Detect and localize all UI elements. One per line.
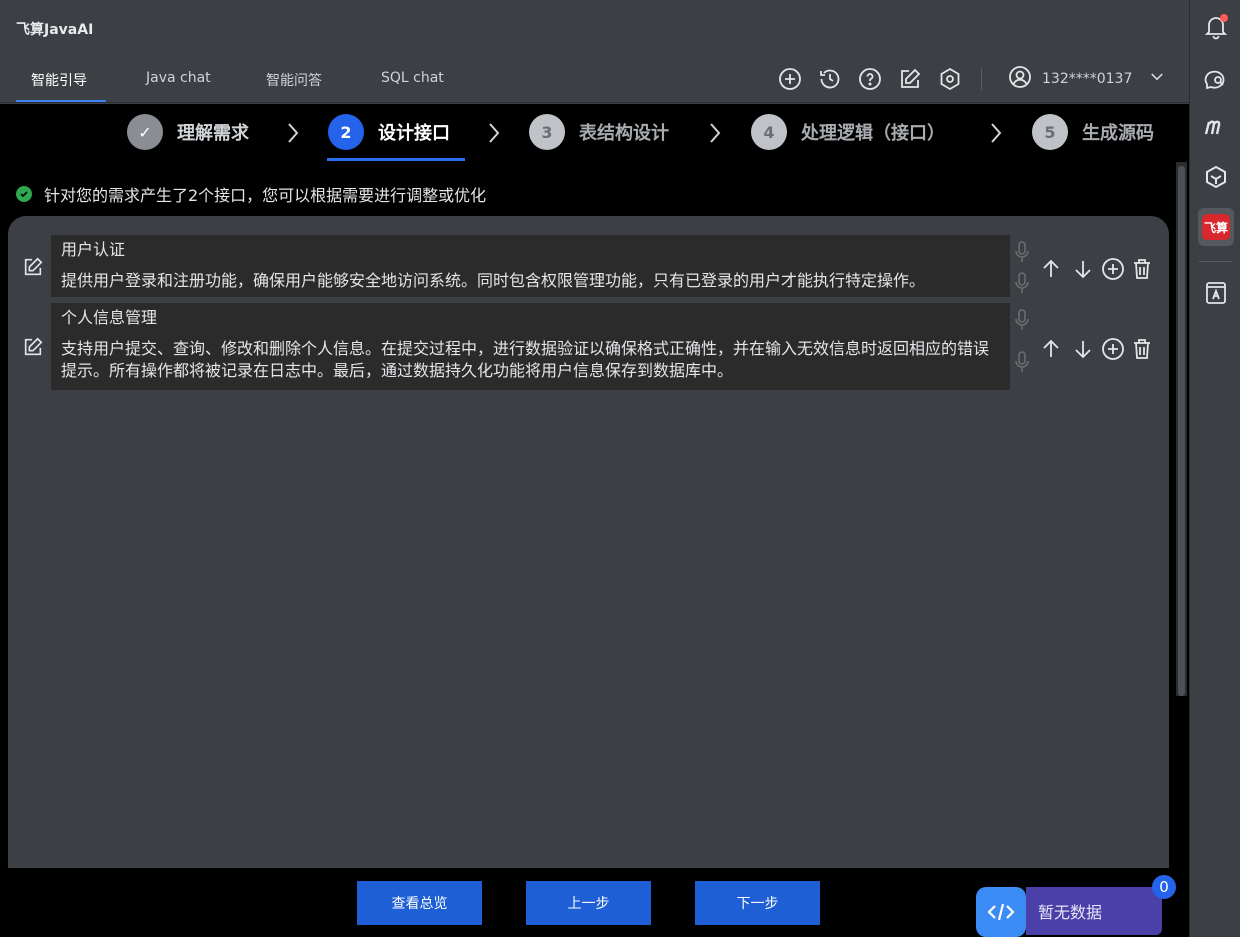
step-5[interactable]: 5 生成源码: [1032, 114, 1154, 150]
plugin-logo-icon[interactable]: [1203, 164, 1229, 190]
user-menu[interactable]: 132****0137: [1008, 65, 1166, 93]
step-1-label: 理解需求: [177, 123, 249, 144]
count-badge: 0: [1152, 875, 1176, 899]
main-content: ✓ 理解需求 2 设计接口 3 表结构设计 4 处理逻辑（接口） 5 生成源码 …: [0, 104, 1189, 937]
step-2-number: 2: [328, 114, 364, 150]
info-text: 针对您的需求产生了2个接口，您可以根据需要进行调整或优化: [44, 186, 487, 205]
next-step-button[interactable]: 下一步: [695, 881, 820, 925]
add-circle-icon[interactable]: [1101, 257, 1125, 281]
chevron-down-icon[interactable]: [1148, 68, 1166, 90]
chevron-right-icon: [489, 123, 500, 143]
history-icon[interactable]: [818, 67, 842, 91]
step-3[interactable]: 3 表结构设计: [529, 114, 669, 150]
help-circle-icon[interactable]: [858, 67, 882, 91]
chevron-right-icon: [991, 123, 1002, 143]
microphone-icon[interactable]: [1012, 240, 1032, 264]
edit-icon[interactable]: [22, 336, 44, 358]
feisuan-logo[interactable]: 飞算: [1202, 214, 1230, 240]
interface-list-panel: 用户认证 提供用户登录和注册功能，确保用户能够安全地访问系统。同时包含权限管理功…: [8, 216, 1169, 868]
chevron-right-icon: [288, 123, 299, 143]
interface-item[interactable]: 用户认证 提供用户登录和注册功能，确保用户能够安全地访问系统。同时包含权限管理功…: [51, 235, 1010, 297]
current-step-indicator: [327, 158, 465, 161]
info-message: 针对您的需求产生了2个接口，您可以根据需要进行调整或优化: [16, 182, 486, 206]
app-title: 飞算JavaAI: [16, 22, 94, 38]
step-5-label: 生成源码: [1082, 123, 1154, 144]
tab-smart-qa[interactable]: 智能问答: [266, 70, 322, 90]
step-3-number: 3: [529, 114, 565, 150]
arrow-down-icon[interactable]: [1071, 257, 1095, 281]
add-circle-icon[interactable]: [1101, 337, 1125, 361]
widget-status[interactable]: 暂无数据: [1026, 887, 1162, 935]
step-4[interactable]: 4 处理逻辑（接口）: [751, 114, 945, 150]
tab-java-chat[interactable]: Java chat: [146, 70, 211, 86]
interface-description[interactable]: 支持用户提交、查询、修改和删除个人信息。在提交过程中，进行数据验证以确保格式正确…: [61, 338, 1000, 382]
edit-icon[interactable]: [22, 256, 44, 278]
scrollbar[interactable]: [1176, 162, 1187, 696]
step-1[interactable]: ✓ 理解需求: [127, 114, 249, 150]
step-1-number: ✓: [127, 114, 163, 150]
notification-dot: [1220, 14, 1228, 22]
microphone-icon[interactable]: [1012, 271, 1032, 295]
step-3-label: 表结构设计: [579, 123, 669, 144]
microphone-icon[interactable]: [1012, 308, 1032, 332]
tab-bar: 智能引导 Java chat 智能问答 SQL chat 132****0137: [0, 56, 1189, 103]
step-4-label: 处理逻辑（接口）: [801, 123, 945, 144]
tab-smart-guide[interactable]: 智能引导: [31, 70, 87, 90]
previous-step-button[interactable]: 上一步: [526, 881, 651, 925]
rail-divider: [1199, 261, 1232, 262]
user-name: 132****0137: [1042, 71, 1133, 87]
code-icon[interactable]: [976, 887, 1026, 937]
active-tab-indicator: [16, 100, 106, 102]
scrollbar-thumb[interactable]: [1178, 166, 1185, 696]
microphone-icon[interactable]: [1012, 350, 1032, 374]
trash-icon[interactable]: [1130, 337, 1154, 361]
step-4-number: 4: [751, 114, 787, 150]
step-2[interactable]: 2 设计接口: [328, 114, 450, 150]
interface-description[interactable]: 提供用户登录和注册功能，确保用户能够安全地访问系统。同时包含权限管理功能，只有已…: [61, 270, 1000, 292]
view-overview-button[interactable]: 查看总览: [357, 881, 482, 925]
toolbar-divider: [981, 68, 982, 90]
m-logo-icon[interactable]: [1203, 114, 1229, 140]
interface-title[interactable]: 个人信息管理: [61, 309, 1000, 327]
arrow-up-icon[interactable]: [1039, 337, 1063, 361]
interface-item[interactable]: 个人信息管理 支持用户提交、查询、修改和删除个人信息。在提交过程中，进行数据验证…: [51, 303, 1010, 390]
chat-search-icon[interactable]: [1203, 66, 1229, 92]
title-bar: 飞算JavaAI: [0, 0, 1189, 56]
user-avatar-icon: [1008, 65, 1032, 93]
check-circle-icon: [16, 186, 32, 202]
tab-sql-chat[interactable]: SQL chat: [381, 70, 444, 86]
right-sidebar: 飞算: [1189, 0, 1240, 937]
translate-doc-icon[interactable]: [1203, 280, 1229, 306]
trash-icon[interactable]: [1130, 257, 1154, 281]
arrow-down-icon[interactable]: [1071, 337, 1095, 361]
step-2-label: 设计接口: [378, 123, 450, 144]
chevron-right-icon: [710, 123, 721, 143]
arrow-up-icon[interactable]: [1039, 257, 1063, 281]
plus-circle-icon[interactable]: [778, 67, 802, 91]
edit-icon[interactable]: [898, 67, 922, 91]
step-5-number: 5: [1032, 114, 1068, 150]
stepper: ✓ 理解需求 2 设计接口 3 表结构设计 4 处理逻辑（接口） 5 生成源码: [0, 104, 1189, 162]
settings-hex-icon[interactable]: [938, 67, 962, 91]
interface-title[interactable]: 用户认证: [61, 241, 1000, 259]
